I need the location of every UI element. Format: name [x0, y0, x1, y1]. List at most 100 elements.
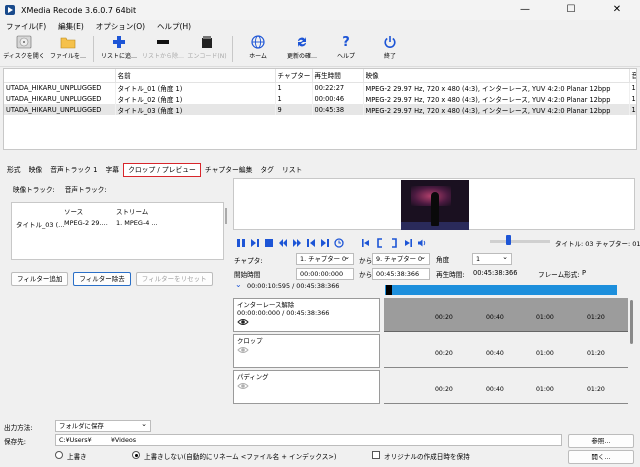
- clock-icon[interactable]: [333, 238, 344, 249]
- filter-row[interactable]: インターレース解除 00:00:00:000 / 00:45:38:366 00…: [233, 298, 628, 334]
- rewind-icon[interactable]: [277, 238, 288, 249]
- track-row[interactable]: タイトル_03 (… MPEG-2 29.... 1. MPEG-4 ...: [12, 215, 223, 229]
- timeline-tick: 00:40: [486, 314, 504, 321]
- stop-icon[interactable]: [263, 238, 274, 249]
- playhead[interactable]: [386, 285, 392, 295]
- menu-help[interactable]: ヘルプ(H): [151, 21, 197, 32]
- column-header-source[interactable]: [4, 69, 116, 83]
- start-time-field[interactable]: 00:00:00:000: [296, 268, 354, 280]
- filter-box[interactable]: パディング: [233, 370, 380, 404]
- open-button[interactable]: 開く...: [568, 450, 634, 464]
- check-update-button[interactable]: 更新の確…: [280, 33, 324, 60]
- previous-frame-icon[interactable]: [305, 238, 316, 249]
- menu-options[interactable]: オプション(O): [90, 21, 151, 32]
- browse-button[interactable]: 参照...: [568, 434, 634, 448]
- panel-splitter[interactable]: [225, 208, 227, 224]
- fast-forward-icon[interactable]: [291, 238, 302, 249]
- table-row[interactable]: UTADA_HIKARU_UNPLUGGED タイトル_02 (角度 1) 1 …: [4, 93, 636, 104]
- power-icon: [382, 35, 398, 49]
- filter-row[interactable]: クロップ 00:20 00:40 01:00 01:20: [233, 334, 628, 370]
- open-disc-button[interactable]: ディスクを開く: [2, 33, 46, 60]
- filter-timeline[interactable]: 00:20 00:40 01:00 01:20: [384, 298, 628, 332]
- remove-filter-button[interactable]: フィルター除去: [73, 272, 131, 286]
- frame-format-label: フレーム形式:: [538, 271, 580, 279]
- filter-box[interactable]: インターレース解除 00:00:00:000 / 00:45:38:366: [233, 298, 380, 332]
- track-table[interactable]: ソース ストリーム タイトル_03 (… MPEG-2 29.... 1. MP…: [11, 202, 224, 260]
- eye-icon[interactable]: [237, 318, 376, 328]
- file-list[interactable]: 名前 チャプター 再生時間 映像 音 UTADA_HIKARU_UNPLUGGE…: [3, 68, 637, 150]
- tab-video[interactable]: 映像: [25, 164, 47, 177]
- chapter-to-dropdown[interactable]: 9. チャプター 0: [372, 253, 430, 265]
- table-row-selected[interactable]: UTADA_HIKARU_UNPLUGGED タイトル_03 (角度 1) 9 …: [4, 104, 636, 115]
- tab-chapter-edit[interactable]: チャプター編集: [201, 164, 257, 177]
- output-method-dropdown[interactable]: フォルダに保存: [55, 420, 151, 432]
- tab-list[interactable]: リスト: [278, 164, 306, 177]
- open-disc-label: ディスクを開く: [3, 53, 45, 60]
- scrollbar-thumb[interactable]: [630, 300, 633, 344]
- track-stream: 1. MPEG-4 ...: [116, 219, 158, 227]
- open-file-button[interactable]: ファイルを…: [46, 33, 90, 60]
- video-frame: [401, 180, 469, 230]
- remove-from-list-button[interactable]: リストから除…: [141, 33, 185, 60]
- cell-name: タイトル_02 (角度 1): [115, 93, 276, 104]
- tab-tags[interactable]: タグ: [256, 164, 278, 177]
- reset-filter-button[interactable]: フィルターをリセット: [135, 272, 213, 286]
- filter-timeline[interactable]: 00:20 00:40 01:00 01:20: [384, 370, 628, 404]
- chapter-from-dropdown[interactable]: 1. チャプター 0: [296, 253, 354, 265]
- menu-edit[interactable]: 編集(E): [52, 21, 90, 32]
- add-to-list-button[interactable]: リストに追…: [97, 33, 141, 60]
- column-header-video[interactable]: 映像: [363, 69, 630, 83]
- eye-icon[interactable]: [237, 382, 376, 392]
- track-header-source: ソース: [64, 208, 84, 215]
- angle-dropdown[interactable]: 1: [472, 253, 512, 265]
- playback-progress-bar[interactable]: [385, 285, 617, 295]
- tab-crop-preview[interactable]: クロップ / プレビュー: [123, 163, 201, 177]
- timeline-tick: 00:20: [435, 386, 453, 393]
- next-frame-icon[interactable]: [319, 238, 330, 249]
- keep-date-checkbox[interactable]: [372, 451, 380, 459]
- toolbar-separator: [93, 36, 94, 62]
- menu-file[interactable]: ファイル(F): [0, 21, 52, 32]
- table-row[interactable]: UTADA_HIKARU_UNPLUGGED タイトル_01 (角度 1) 1 …: [4, 82, 636, 93]
- end-time-field[interactable]: 00:45:38:366: [372, 268, 430, 280]
- home-button[interactable]: ホーム: [236, 33, 280, 60]
- help-button[interactable]: ? ヘルプ: [324, 33, 368, 61]
- column-header-audio[interactable]: 音: [629, 69, 636, 83]
- duration-value: 00:45:38:366: [473, 269, 518, 277]
- add-filter-button[interactable]: フィルター追加: [11, 272, 69, 286]
- eye-icon[interactable]: [237, 346, 376, 356]
- menu-bar: ファイル(F) 編集(E) オプション(O) ヘルプ(H): [0, 20, 640, 33]
- tab-subtitle[interactable]: 字幕: [101, 164, 123, 177]
- cell-source: UTADA_HIKARU_UNPLUGGED: [4, 93, 116, 104]
- bracket-close-icon[interactable]: [388, 238, 399, 249]
- mark-start-icon[interactable]: [360, 238, 371, 249]
- close-button[interactable]: ✕: [594, 0, 640, 20]
- volume-icon[interactable]: [416, 238, 427, 249]
- timeline-tick: 01:00: [536, 350, 554, 357]
- tab-audio-track-1[interactable]: 音声トラック 1: [46, 164, 101, 177]
- exit-button[interactable]: 終了: [368, 33, 412, 60]
- maximize-button[interactable]: ☐: [548, 0, 594, 20]
- encode-button[interactable]: エンコード(N): [185, 33, 229, 60]
- destination-path-field[interactable]: C:¥Users¥ ¥Videos: [55, 434, 562, 446]
- filter-box[interactable]: クロップ: [233, 334, 380, 368]
- filter-scrollbar[interactable]: [628, 298, 635, 398]
- filter-time: 00:00:00:000 / 00:45:38:366: [237, 309, 330, 317]
- column-header-chapter[interactable]: チャプター: [275, 69, 313, 83]
- bracket-open-icon[interactable]: [374, 238, 385, 249]
- overwrite-radio[interactable]: [55, 451, 63, 459]
- no-overwrite-radio[interactable]: [132, 451, 140, 459]
- pause-icon[interactable]: [235, 238, 246, 249]
- timeline-tick: 01:20: [587, 350, 605, 357]
- step-forward-icon[interactable]: [249, 238, 260, 249]
- column-header-duration[interactable]: 再生時間: [312, 69, 364, 83]
- column-header-name[interactable]: 名前: [115, 69, 276, 83]
- volume-slider-thumb[interactable]: [506, 235, 511, 245]
- filter-timeline[interactable]: 00:20 00:40 01:00 01:20: [384, 334, 628, 368]
- volume-slider-track[interactable]: [490, 240, 550, 243]
- minimize-button[interactable]: —: [502, 0, 548, 20]
- filter-row[interactable]: パディング 00:20 00:40 01:00 01:20: [233, 370, 628, 406]
- mark-end-icon[interactable]: [402, 238, 413, 249]
- chevron-down-icon[interactable]: ⌄: [235, 280, 242, 289]
- tab-format[interactable]: 形式: [3, 164, 25, 177]
